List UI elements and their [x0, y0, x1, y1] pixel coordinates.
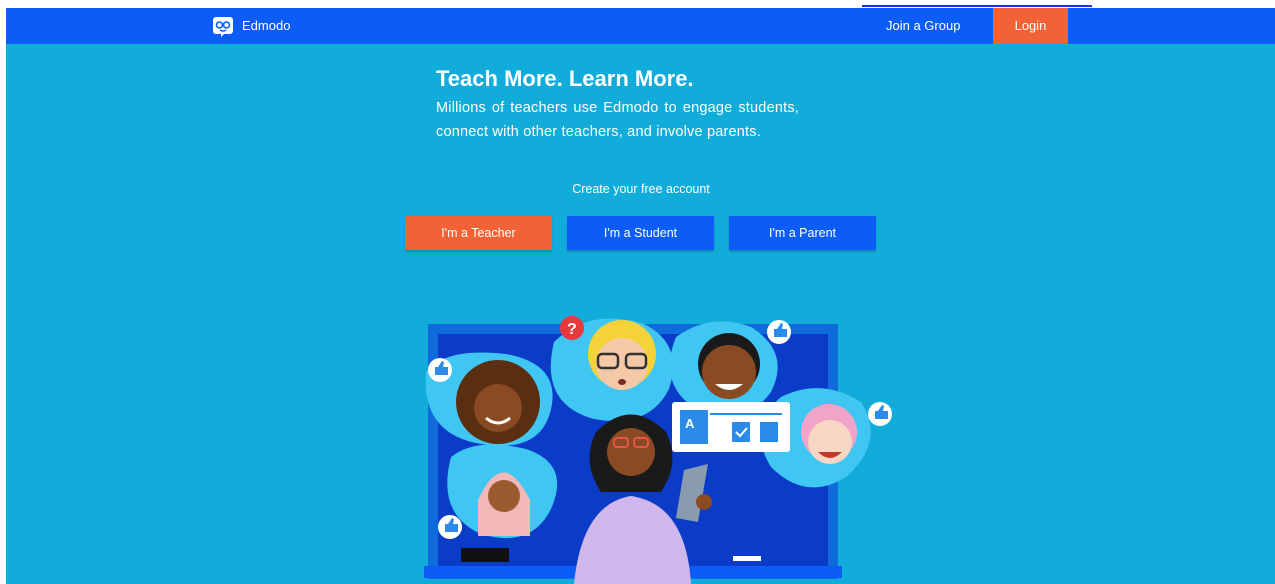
- chart-icon: [760, 422, 778, 442]
- join-group-link[interactable]: Join a Group: [886, 18, 960, 33]
- student-signup-button[interactable]: I'm a Student: [567, 216, 714, 250]
- top-link-strip[interactable]: [862, 0, 1092, 7]
- student-face-hijab: [488, 480, 520, 512]
- parent-signup-button[interactable]: I'm a Parent: [729, 216, 876, 250]
- chalk: [733, 556, 761, 561]
- edmodo-logo-icon[interactable]: [212, 15, 234, 37]
- teacher-face: [607, 428, 655, 476]
- hero-subtitle: Millions of teachers use Edmodo to engag…: [436, 100, 799, 140]
- thumbs-up-icon: [428, 358, 452, 382]
- classroom-illustration: A ?: [424, 316, 892, 584]
- question-mark-icon: ?: [560, 316, 584, 340]
- hero-title: Teach More. Learn More.: [436, 66, 694, 91]
- check-icon: [732, 422, 750, 442]
- thumbs-up-icon: [767, 320, 791, 344]
- page-frame: Edmodo Join a Group Login Teach More. Le…: [6, 8, 1275, 584]
- question-mark-glyph: ?: [567, 321, 577, 338]
- thumbs-up-icon: [438, 515, 462, 539]
- document-icon-letter: A: [685, 416, 695, 431]
- student-face-smile: [702, 345, 756, 399]
- login-button[interactable]: Login: [993, 8, 1068, 44]
- student-face-curly: [474, 384, 522, 432]
- thumbs-up-icon: [868, 402, 892, 426]
- eraser: [461, 548, 509, 562]
- brand-name[interactable]: Edmodo: [242, 18, 290, 33]
- teacher-signup-button[interactable]: I'm a Teacher: [405, 216, 552, 250]
- top-navbar: Edmodo Join a Group Login: [6, 8, 1275, 44]
- create-account-label: Create your free account: [572, 182, 710, 196]
